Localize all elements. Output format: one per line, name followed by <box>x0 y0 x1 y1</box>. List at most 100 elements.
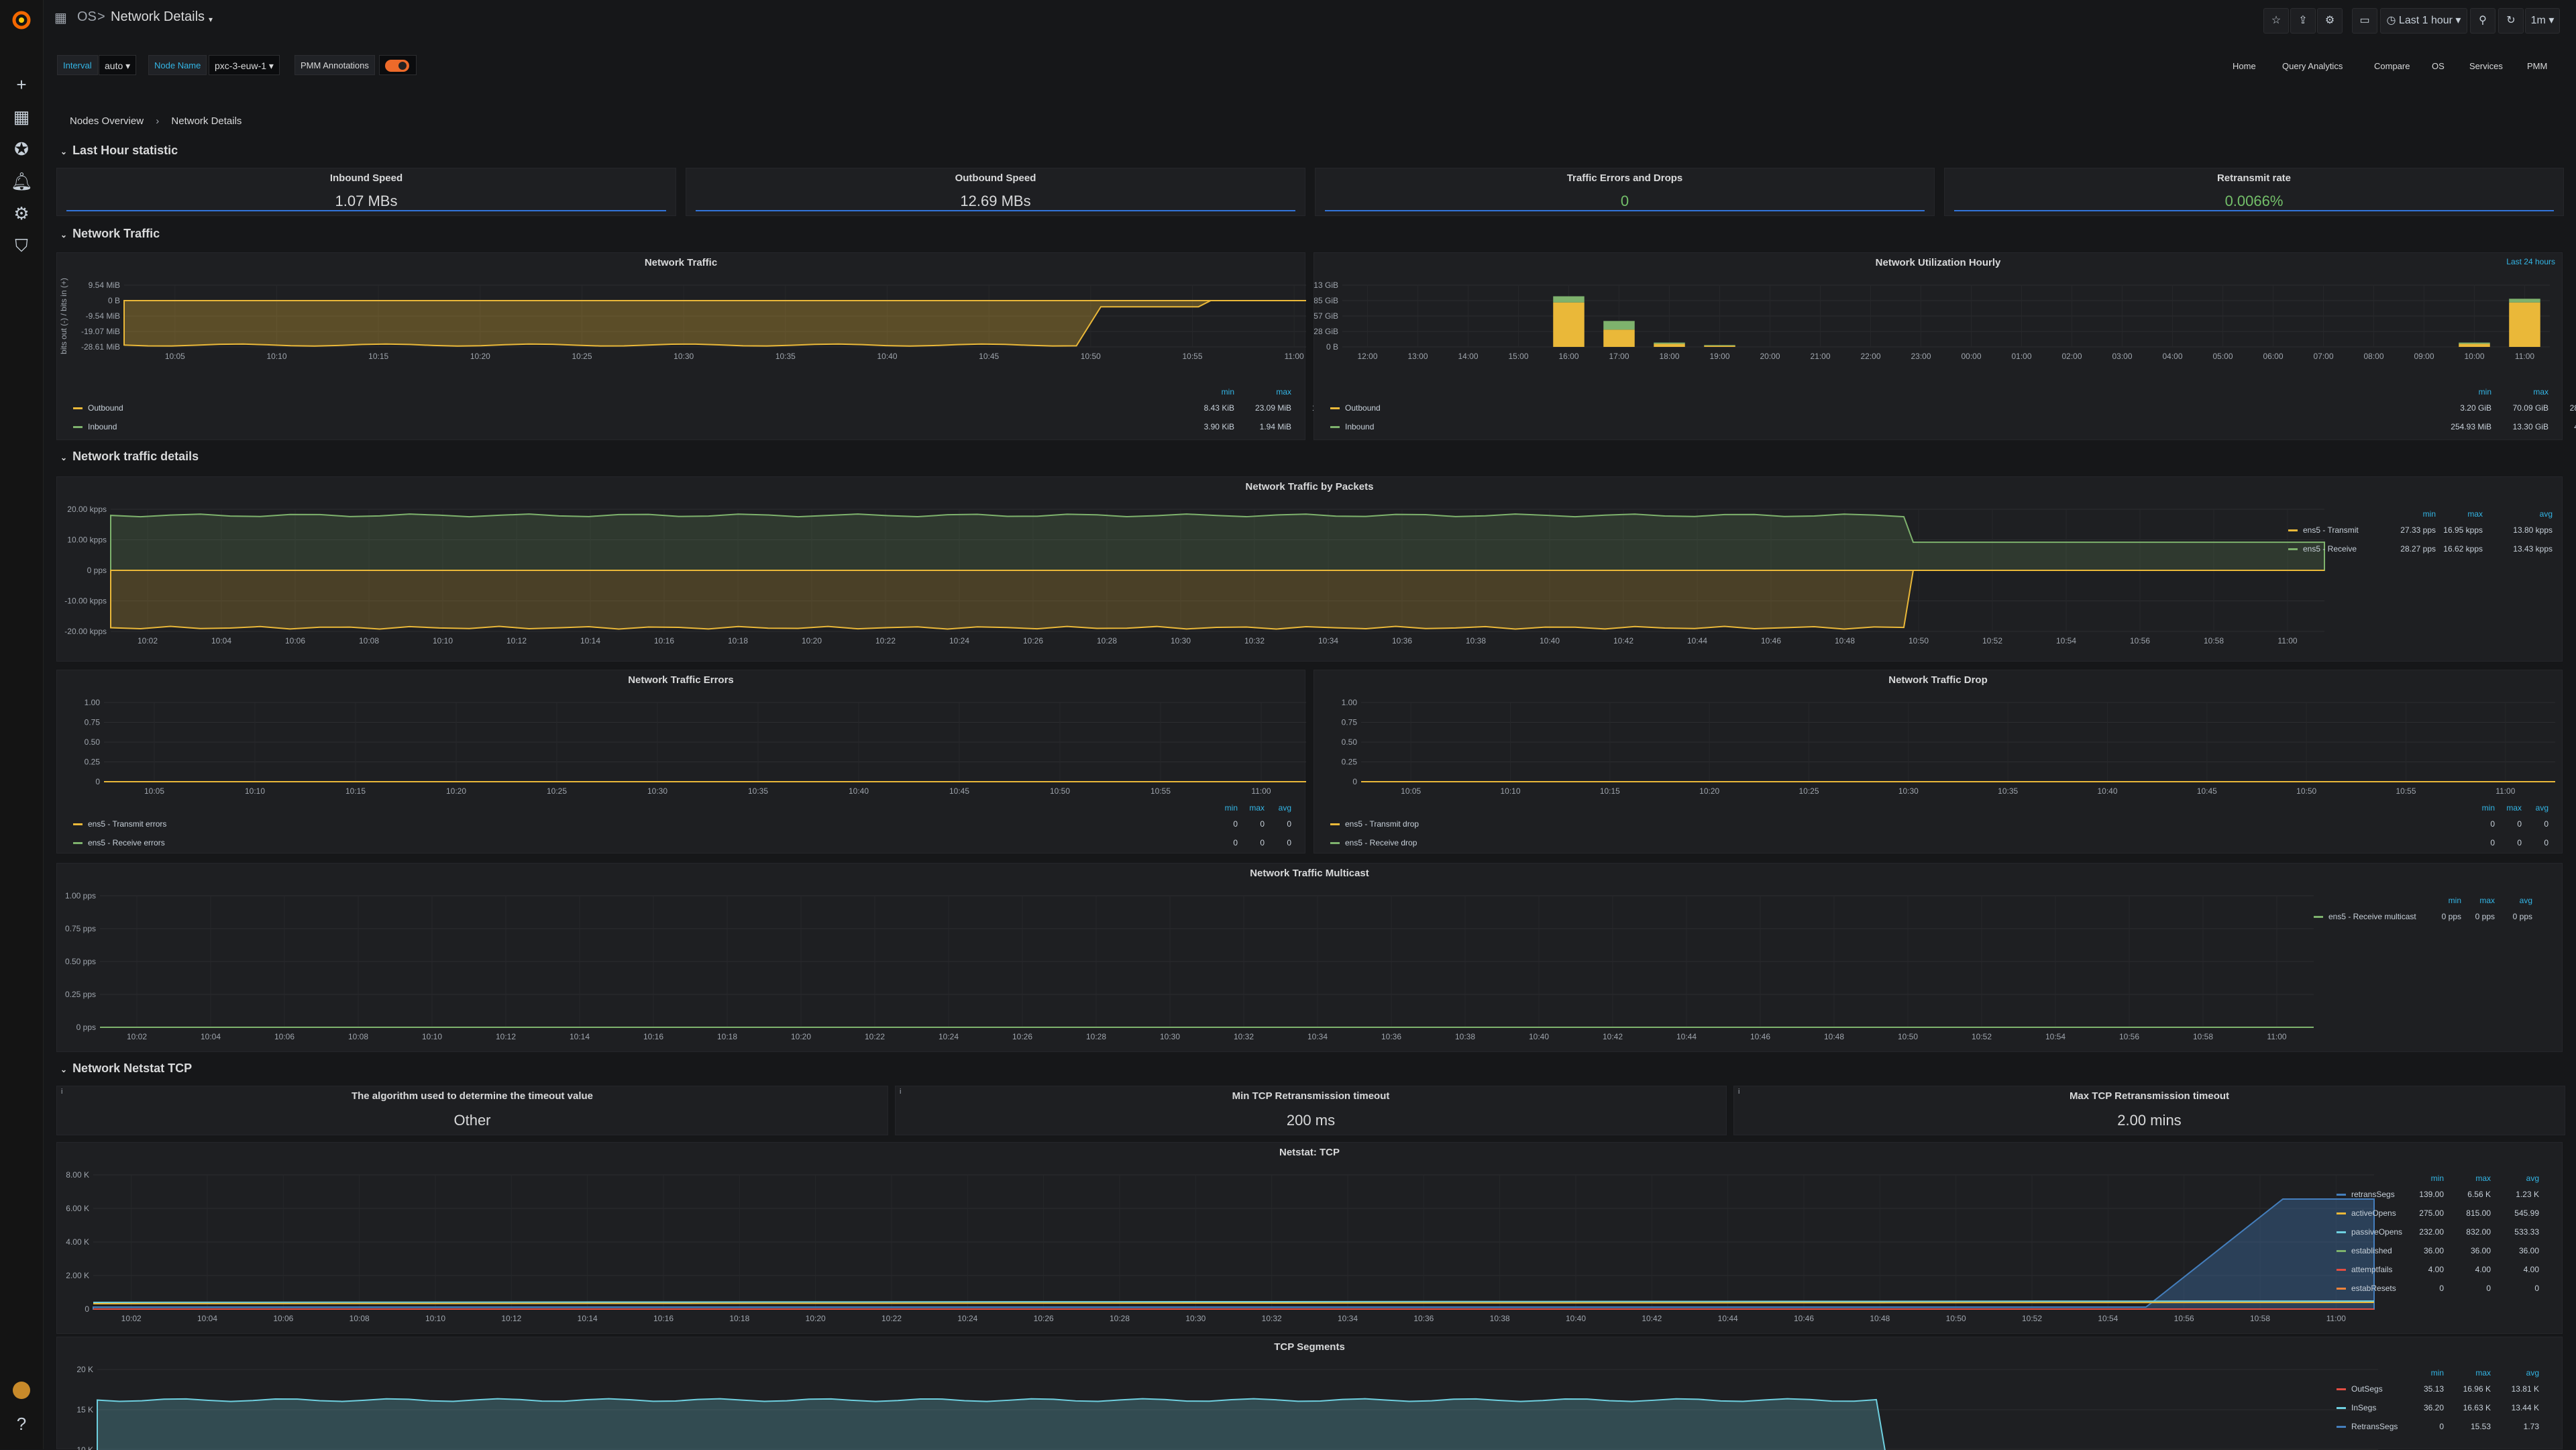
grafana-logo-icon[interactable] <box>11 9 32 31</box>
chevron-down-icon[interactable]: ▾ <box>209 15 213 24</box>
x-tick-label: 10:50 <box>1898 1032 1918 1041</box>
legend-series-name[interactable]: ens5 - Transmit errors <box>88 819 166 829</box>
row-traffic-details[interactable]: ⌄ Network traffic details <box>60 450 199 464</box>
x-tick-label: 10:42 <box>1642 1314 1662 1323</box>
stat-panel[interactable]: Outbound Speed 12.69 MBs <box>686 168 1305 216</box>
panel-segments[interactable]: TCP Segments 20 K 15 K 10 Kmin max avg OutSegs… <box>56 1337 2563 1450</box>
zoom-out-icon[interactable]: ⚲ <box>2470 8 2496 34</box>
legend-header-avg[interactable]: avg <box>2512 1174 2539 1183</box>
annotations-toggle[interactable] <box>379 55 417 75</box>
legend-series-name[interactable]: Outbound <box>1345 403 1381 413</box>
row-network-traffic[interactable]: ⌄ Network Traffic <box>60 227 160 241</box>
legend-header-min[interactable]: min <box>2417 1174 2444 1183</box>
x-tick-label: 15:00 <box>1508 352 1528 361</box>
dashlink-home[interactable]: Home <box>2229 56 2260 76</box>
dashlink-query-analytics[interactable]: Query Analytics <box>2278 56 2347 76</box>
x-tick-label: 10:18 <box>728 636 748 645</box>
x-tick-label: 10:16 <box>654 636 674 645</box>
dashlink-os[interactable]: OS <box>2428 56 2449 76</box>
x-tick-label: 10:35 <box>1998 786 2018 796</box>
legend-header-avg[interactable]: avg <box>2512 1368 2539 1378</box>
legend-header-avg[interactable]: avg <box>2506 896 2532 905</box>
legend-header-min[interactable]: min <box>2468 803 2495 813</box>
legend-header-min[interactable]: min <box>2417 1368 2444 1378</box>
refresh-icon[interactable]: ↻ <box>2498 8 2524 34</box>
dashboards-icon[interactable]: ▦ <box>11 106 32 127</box>
y-tick-label: 0.75 <box>85 718 101 727</box>
stat-panel[interactable]: Retransmit rate 0.0066% <box>1944 168 2564 216</box>
stat-panel[interactable]: Inbound Speed 1.07 MBs <box>56 168 676 216</box>
panel-traffic[interactable]: Network Traffic 9.54 MiB 0 B -9.54 MiB -19.0… <box>56 252 1348 440</box>
legend-header-min[interactable]: min <box>1211 803 1238 813</box>
legend-header-max[interactable]: max <box>2464 1174 2491 1183</box>
legend-header-avg[interactable]: avg <box>2522 803 2548 813</box>
y-tick-label: 1.00 pps <box>65 891 96 900</box>
plus-icon[interactable]: + <box>11 74 32 95</box>
legend-header-min[interactable]: min <box>2465 387 2491 397</box>
panel-hourly[interactable]: Network Utilization HourlyLast 24 hours9… <box>1313 252 2576 440</box>
legend-series-name[interactable]: Outbound <box>88 403 123 413</box>
tv-mode-icon[interactable]: ▭ <box>2352 8 2377 34</box>
panel-packets[interactable]: Network Traffic by Packets 20.00 kpps 10.0… <box>56 476 2563 662</box>
legend-header-avg[interactable]: avg <box>1265 803 1291 813</box>
x-tick-label: 07:00 <box>2313 352 2333 361</box>
legend-header-min[interactable]: min <box>2409 509 2436 519</box>
panel-drop[interactable]: Network Traffic Drop 1.00 0.75 0.50 0.25 0 10:… <box>1313 670 2563 853</box>
x-tick-label: 10:08 <box>350 1314 370 1323</box>
refresh-interval-picker[interactable]: 1m ▾ <box>2525 8 2560 34</box>
dashlink-compare[interactable]: Compare <box>2370 56 2414 76</box>
explore-icon[interactable]: ✪ <box>11 138 32 160</box>
legend-series-name[interactable]: Inbound <box>88 422 117 431</box>
row-last-hour[interactable]: ⌄ Last Hour statistic <box>60 144 178 158</box>
legend-header-min[interactable]: min <box>2434 896 2461 905</box>
x-tick-label: 11:00 <box>2515 352 2534 361</box>
legend-header-max[interactable]: max <box>2495 803 2522 813</box>
x-tick-label: 01:00 <box>2011 352 2031 361</box>
time-range-picker[interactable]: ◷ Last 1 hour ▾ <box>2380 8 2467 34</box>
bell-icon[interactable]: 🔔︎ <box>11 170 33 192</box>
legend-header-max[interactable]: max <box>1265 387 1291 397</box>
panel-errors[interactable]: Network Traffic Errors 1.00 0.75 0.50 0.25 0 1… <box>56 670 1306 853</box>
x-tick-label: 10:24 <box>949 636 969 645</box>
gear-icon[interactable]: ⚙ <box>11 203 32 224</box>
panel-netstat[interactable]: Netstat: TCP 8.00 K 6.00 K 4.00 K 2.00 K 0 10:… <box>56 1142 2563 1334</box>
settings-icon[interactable]: ⚙ <box>2317 8 2343 34</box>
tcp-stat-panel[interactable]: i Max TCP Retransmission timeout 2.00 mins <box>1733 1086 2565 1135</box>
nav-parent-link[interactable]: Nodes Overview <box>70 115 144 127</box>
dashlink-pmm[interactable]: PMM <box>2523 56 2551 76</box>
dashboard-title[interactable]: Network Details <box>111 9 205 25</box>
panel-multicast[interactable]: Network Traffic Multicast 1.00 pps 0.75 pp… <box>56 863 2563 1052</box>
share-icon[interactable]: ⇪ <box>2290 8 2316 34</box>
legend-series-name[interactable]: ens5 - Receive drop <box>1345 838 1417 847</box>
legend-series-name[interactable]: ens5 - Transmit drop <box>1345 819 1419 829</box>
legend-header-avg[interactable]: avg <box>2526 509 2553 519</box>
avatar[interactable] <box>11 1381 32 1402</box>
interval-select[interactable]: auto ▾ <box>99 55 137 75</box>
legend-series-name[interactable]: ens5 - Receive <box>2303 544 2357 554</box>
shield-icon[interactable]: ⛉ <box>11 235 32 256</box>
tcp-stat-panel[interactable]: i The algorithm used to determine the tim… <box>56 1086 888 1135</box>
tcp-stat-panel[interactable]: i Min TCP Retransmission timeout 200 ms <box>895 1086 1727 1135</box>
legend-header-min[interactable]: min <box>1208 387 1234 397</box>
legend-swatch <box>2337 1388 2346 1390</box>
row-netstat-tcp[interactable]: ⌄ Network Netstat TCP <box>60 1061 192 1076</box>
folder-link[interactable]: OS <box>77 9 97 25</box>
legend-header-max[interactable]: max <box>2522 387 2548 397</box>
legend-header-max[interactable]: max <box>2456 509 2483 519</box>
legend-header-max[interactable]: max <box>2468 896 2495 905</box>
legend-header-max[interactable]: max <box>2464 1368 2491 1378</box>
dashlink-services[interactable]: Services <box>2465 56 2507 76</box>
help-icon[interactable]: ? <box>11 1413 32 1435</box>
legend-header-max[interactable]: max <box>1238 803 1265 813</box>
x-tick-label: 11:00 <box>1251 786 1271 796</box>
node-name-select[interactable]: pxc-3-euw-1 ▾ <box>209 55 280 75</box>
legend-series-name[interactable]: Inbound <box>1345 422 1374 431</box>
legend-series-name[interactable]: ens5 - Transmit <box>2303 525 2359 535</box>
x-tick-label: 10:04 <box>197 1314 217 1323</box>
legend-series-name[interactable]: ens5 - Receive errors <box>88 838 165 847</box>
legend-series-name[interactable]: InSegs <box>2351 1403 2376 1412</box>
apps-icon[interactable]: ▦ <box>54 9 67 26</box>
star-icon[interactable]: ☆ <box>2263 8 2289 34</box>
stat-panel[interactable]: Traffic Errors and Drops 0 <box>1315 168 1935 216</box>
legend-swatch <box>2314 916 2323 918</box>
